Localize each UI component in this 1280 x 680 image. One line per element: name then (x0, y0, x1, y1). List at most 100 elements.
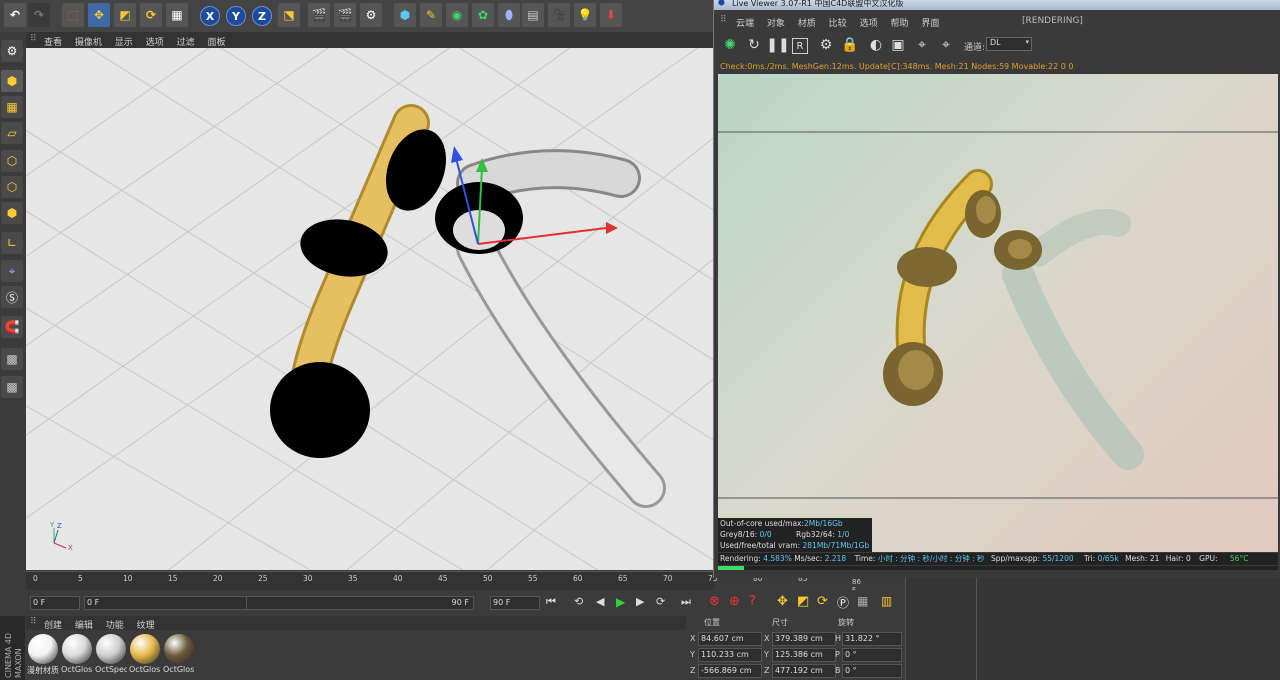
lv-menu-cloud[interactable]: 云端 (736, 19, 754, 29)
max-frame-field[interactable]: 90 F (490, 596, 540, 610)
timeline-mode-icon[interactable]: ▥ (881, 594, 892, 608)
redo-icon[interactable]: ↷ (28, 3, 50, 27)
scene-tags-icon[interactable]: ⬇ (600, 3, 622, 27)
size-field[interactable]: 477.192 cm (772, 664, 836, 678)
position-field[interactable]: -566.869 cm (698, 664, 762, 678)
next-frame-icon[interactable]: ▶ (636, 595, 644, 608)
material-sphere-icon[interactable]: ◐ (866, 35, 886, 55)
y-axis-button[interactable]: Y (226, 6, 246, 26)
key-help-icon[interactable]: ? (749, 594, 756, 609)
position-field[interactable]: 84.607 cm (698, 632, 762, 646)
z-axis-button[interactable]: Z (252, 6, 272, 26)
size-field[interactable]: 125.386 cm (772, 648, 836, 662)
channel-select[interactable]: DL ▾ (986, 37, 1032, 51)
scale-tool-icon[interactable]: ◩ (114, 3, 136, 27)
play-icon[interactable]: ▶ (616, 595, 625, 609)
render-canvas[interactable] (718, 74, 1278, 552)
workplane-mode-icon[interactable]: ▱ (1, 122, 23, 144)
key-rotation-icon[interactable]: ⟳ (817, 594, 828, 609)
rotation-field[interactable]: 31.822 ° (842, 632, 902, 646)
magnet-icon[interactable]: 🧲 (1, 316, 23, 338)
viewport-menu-options[interactable]: 选项 (146, 38, 164, 48)
viewport-menu-icon[interactable]: ⠿ (30, 34, 37, 44)
rotation-field[interactable]: 0 ° (842, 664, 902, 678)
rotate-tool-icon[interactable]: ⟳ (140, 3, 162, 27)
coordinate-system-icon[interactable]: ⬔ (278, 3, 300, 27)
tweak-mode-icon[interactable]: ⌖ (1, 260, 23, 282)
range-end-field[interactable]: 90 F (246, 596, 474, 610)
undo-icon[interactable]: ↶ (4, 3, 26, 27)
lv-menu-icon[interactable]: ⠿ (720, 15, 727, 25)
pick-material-icon[interactable]: ⌖ (936, 35, 956, 55)
viewport-menu-camera[interactable]: 摄像机 (75, 38, 102, 48)
points-mode-icon[interactable]: ⬡ (1, 150, 23, 172)
grid-lock-icon[interactable]: ▩ (1, 376, 23, 398)
key-param-icon[interactable]: Ⓟ (837, 594, 849, 611)
render-view-icon[interactable]: 🎬 (308, 3, 330, 27)
material-menu-texture[interactable]: 纹理 (137, 621, 155, 631)
octane-logo-icon[interactable]: ✺ (720, 35, 740, 55)
lock-icon[interactable]: 🔒 (840, 35, 860, 55)
pen-spline-icon[interactable]: ✎ (420, 3, 442, 27)
timeline-ruler[interactable]: 0510152025303540455055606570758085 86 F (26, 571, 861, 594)
render-region-icon[interactable]: R (792, 38, 808, 54)
lv-menu-compare[interactable]: 比较 (829, 19, 847, 29)
viewport-menu-filter[interactable]: 过滤 (177, 38, 195, 48)
render-picture-viewer-icon[interactable]: 🎬 (334, 3, 356, 27)
lv-menu-options[interactable]: 选项 (860, 19, 878, 29)
recent-tools-icon[interactable]: ▦ (166, 3, 188, 27)
viewport-3d[interactable]: Y Z X (26, 48, 714, 570)
edges-mode-icon[interactable]: ⬡ (1, 176, 23, 198)
goto-start-icon[interactable]: ⏮ (546, 595, 556, 609)
nurbs-object-icon[interactable]: ◉ (446, 3, 468, 27)
select-tool-icon[interactable]: ⬚ (62, 3, 84, 27)
record-icon[interactable]: ⊗ (709, 594, 720, 609)
size-field[interactable]: 379.389 cm (772, 632, 836, 646)
clay-mode-icon[interactable]: ▣ (888, 35, 908, 55)
material-menu-edit[interactable]: 编辑 (75, 621, 93, 631)
deformer-icon[interactable]: ⬮ (498, 3, 520, 27)
material-swatch[interactable]: OctGlos (129, 633, 161, 677)
material-menu-create[interactable]: 创建 (44, 621, 62, 631)
next-key-icon[interactable]: ⟳ (656, 595, 665, 608)
autokey-icon[interactable]: ⊕ (729, 594, 740, 609)
snap-icon[interactable]: Ⓢ (1, 286, 23, 308)
material-swatch[interactable]: OctGlos (61, 633, 93, 677)
x-axis-button[interactable]: X (200, 6, 220, 26)
position-field[interactable]: 110.233 cm (698, 648, 762, 662)
axis-mode-icon[interactable]: ∟ (1, 232, 23, 254)
workplane-lock-icon[interactable]: ▩ (1, 348, 23, 370)
cube-object-icon[interactable]: ⬢ (394, 3, 416, 27)
restart-render-icon[interactable]: ↻ (744, 35, 764, 55)
rotation-field[interactable]: 0 ° (842, 648, 902, 662)
material-swatch[interactable]: 漫射材质 (27, 633, 59, 677)
material-menu-function[interactable]: 功能 (106, 621, 124, 631)
goto-end-icon[interactable]: ⏭ (681, 595, 691, 609)
key-scale-icon[interactable]: ◩ (797, 594, 809, 609)
lv-menu-interface[interactable]: 界面 (921, 19, 939, 29)
viewport-menu-display[interactable]: 显示 (115, 38, 133, 48)
pause-render-icon[interactable]: ❚❚ (766, 35, 789, 55)
current-frame-field[interactable]: 0 F (30, 596, 80, 610)
scene-icon[interactable]: ⚙ (1, 40, 23, 62)
prev-key-icon[interactable]: ⟲ (574, 595, 583, 608)
lv-menu-help[interactable]: 帮助 (890, 19, 908, 29)
viewport-menu-view[interactable]: 查看 (44, 38, 62, 48)
lv-menu-object[interactable]: 对象 (767, 19, 785, 29)
settings-gear-icon[interactable]: ⚙ (816, 35, 836, 55)
polygons-mode-icon[interactable]: ⬢ (1, 202, 23, 224)
material-swatch[interactable]: OctSpec (95, 633, 127, 677)
light-object-icon[interactable]: 💡 (574, 3, 596, 27)
prev-frame-icon[interactable]: ◀ (596, 595, 604, 608)
material-menu-icon[interactable]: ⠿ (30, 617, 37, 627)
key-position-icon[interactable]: ✥ (777, 594, 788, 609)
pick-focus-icon[interactable]: ⌖ (912, 35, 932, 55)
texture-mode-icon[interactable]: ▦ (1, 96, 23, 118)
camera-object-icon[interactable]: 🎥 (548, 3, 570, 27)
lv-menu-material[interactable]: 材质 (798, 19, 816, 29)
array-object-icon[interactable]: ✿ (472, 3, 494, 27)
floor-object-icon[interactable]: ▤ (522, 3, 544, 27)
key-pla-icon[interactable]: ▦ (857, 594, 868, 608)
material-swatch[interactable]: OctGlos (163, 633, 195, 677)
model-mode-icon[interactable]: ⬢ (1, 70, 23, 92)
